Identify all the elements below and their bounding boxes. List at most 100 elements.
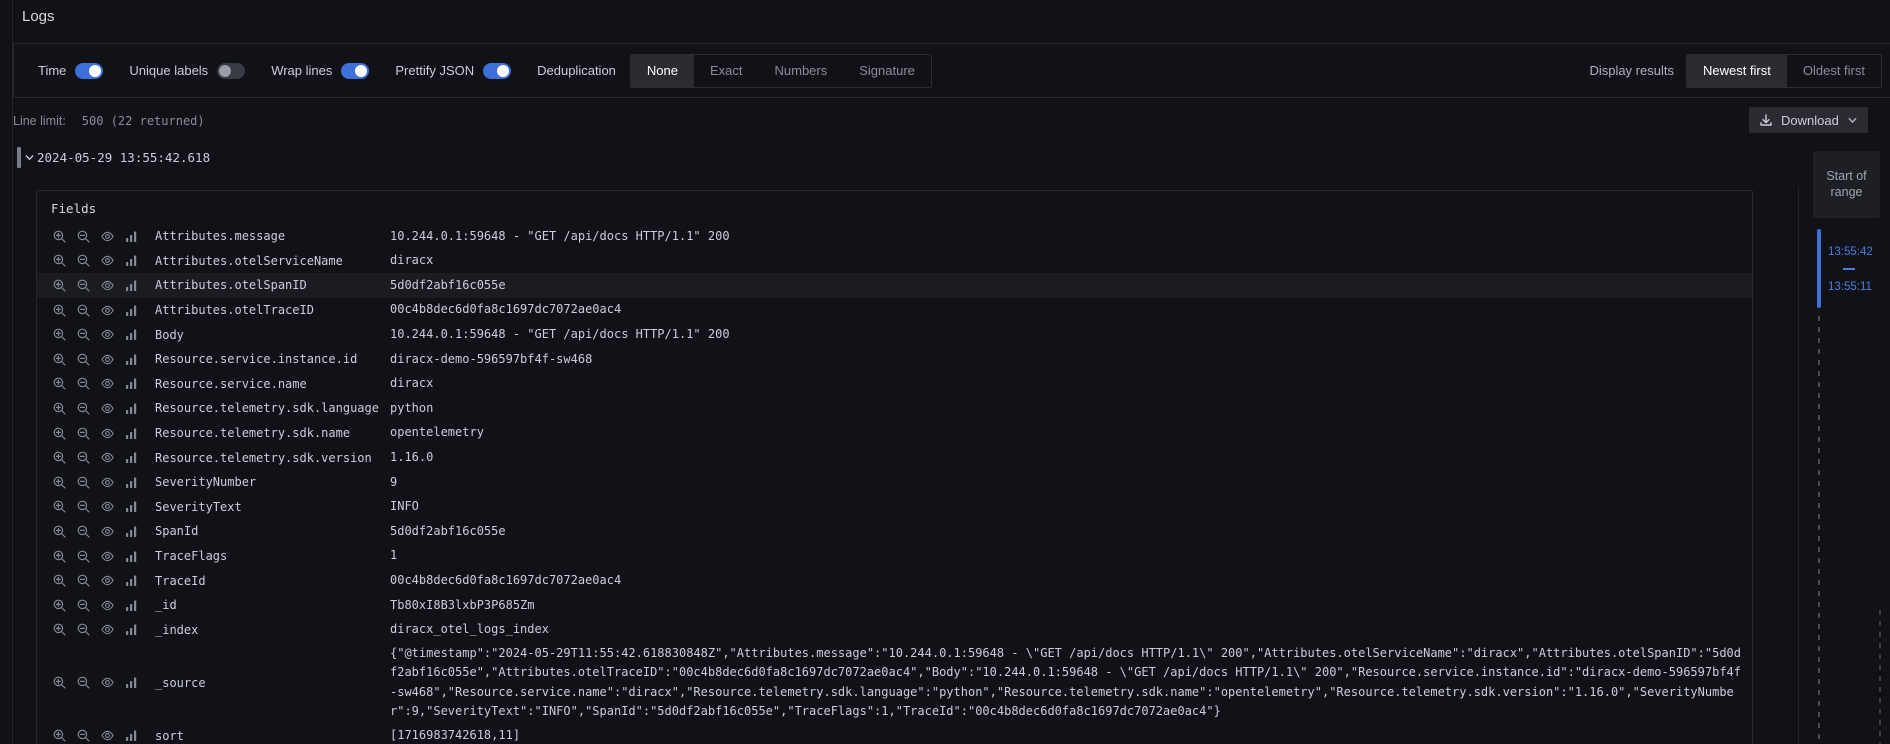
zoom-out-icon[interactable] (77, 279, 90, 292)
stats-icon[interactable] (125, 402, 138, 415)
zoom-in-icon[interactable] (53, 230, 66, 243)
eye-icon[interactable] (101, 402, 114, 415)
stats-icon[interactable] (125, 230, 138, 243)
eye-icon[interactable] (101, 254, 114, 267)
zoom-in-icon[interactable] (53, 279, 66, 292)
stats-icon[interactable] (125, 279, 138, 292)
stats-icon[interactable] (125, 328, 138, 341)
stats-icon[interactable] (125, 574, 138, 587)
eye-icon[interactable] (101, 729, 114, 742)
zoom-out-icon[interactable] (77, 676, 90, 689)
zoom-in-icon[interactable] (53, 525, 66, 538)
eye-icon[interactable] (101, 574, 114, 587)
dedup-option-none[interactable]: None (631, 55, 694, 87)
log-navigation-track[interactable] (1818, 316, 1820, 744)
eye-icon[interactable] (101, 676, 114, 689)
zoom-in-icon[interactable] (53, 729, 66, 742)
toggle-switch-unique-labels[interactable] (217, 63, 245, 79)
zoom-in-icon[interactable] (53, 427, 66, 440)
eye-icon[interactable] (101, 328, 114, 341)
zoom-in-icon[interactable] (53, 304, 66, 317)
zoom-out-icon[interactable] (77, 230, 90, 243)
stats-icon[interactable] (125, 476, 138, 489)
field-row-traceflags: TraceFlags1 (37, 544, 1752, 569)
zoom-out-icon[interactable] (77, 451, 90, 464)
zoom-in-icon[interactable] (53, 599, 66, 612)
zoom-in-icon[interactable] (53, 451, 66, 464)
dedup-option-signature[interactable]: Signature (843, 55, 931, 87)
zoom-out-icon[interactable] (77, 328, 90, 341)
zoom-in-icon[interactable] (53, 500, 66, 513)
zoom-in-icon[interactable] (53, 476, 66, 489)
zoom-out-icon[interactable] (77, 476, 90, 489)
download-button[interactable]: Download (1749, 107, 1868, 133)
download-icon (1759, 113, 1773, 127)
eye-icon[interactable] (101, 427, 114, 440)
stats-icon[interactable] (125, 304, 138, 317)
field-row-traceid: TraceId00c4b8dec6d0fa8c1697dc7072ae0ac4 (37, 568, 1752, 593)
dedup-option-numbers[interactable]: Numbers (759, 55, 844, 87)
field-row-actions (53, 476, 155, 489)
zoom-out-icon[interactable] (77, 623, 90, 636)
zoom-in-icon[interactable] (53, 254, 66, 267)
toggle-group-unique-labels: Unique labels (129, 63, 245, 79)
toggle-group-prettify-json: Prettify JSON (395, 63, 511, 79)
zoom-in-icon[interactable] (53, 574, 66, 587)
zoom-in-icon[interactable] (53, 623, 66, 636)
zoom-out-icon[interactable] (77, 525, 90, 538)
zoom-out-icon[interactable] (77, 599, 90, 612)
field-value: INFO (390, 495, 1752, 518)
toggle-switch-prettify-json[interactable] (483, 63, 511, 79)
zoom-out-icon[interactable] (77, 304, 90, 317)
eye-icon[interactable] (101, 525, 114, 538)
eye-icon[interactable] (101, 353, 114, 366)
toggle-switch-wrap-lines[interactable] (341, 63, 369, 79)
eye-icon[interactable] (101, 476, 114, 489)
eye-icon[interactable] (101, 451, 114, 464)
eye-icon[interactable] (101, 550, 114, 563)
stats-icon[interactable] (125, 353, 138, 366)
order-option-newest-first[interactable]: Newest first (1687, 55, 1787, 87)
eye-icon[interactable] (101, 623, 114, 636)
zoom-out-icon[interactable] (77, 729, 90, 742)
stats-icon[interactable] (125, 377, 138, 390)
zoom-in-icon[interactable] (53, 402, 66, 415)
zoom-out-icon[interactable] (77, 377, 90, 390)
order-option-oldest-first[interactable]: Oldest first (1787, 55, 1881, 87)
eye-icon[interactable] (101, 500, 114, 513)
zoom-out-icon[interactable] (77, 427, 90, 440)
zoom-out-icon[interactable] (77, 500, 90, 513)
stats-icon[interactable] (125, 500, 138, 513)
dedup-option-exact[interactable]: Exact (694, 55, 759, 87)
zoom-in-icon[interactable] (53, 676, 66, 689)
zoom-out-icon[interactable] (77, 353, 90, 366)
log-navigation-range-bar[interactable] (1817, 229, 1821, 308)
stats-icon[interactable] (125, 599, 138, 612)
eye-icon[interactable] (101, 304, 114, 317)
field-row-actions (53, 304, 155, 317)
eye-icon[interactable] (101, 377, 114, 390)
eye-icon[interactable] (101, 279, 114, 292)
zoom-out-icon[interactable] (77, 402, 90, 415)
zoom-in-icon[interactable] (53, 377, 66, 390)
zoom-in-icon[interactable] (53, 328, 66, 341)
log-row-header[interactable]: 2024-05-29 13:55:42.618 (17, 145, 210, 169)
chevron-down-icon[interactable] (24, 152, 35, 163)
field-row-actions (53, 427, 155, 440)
stats-icon[interactable] (125, 427, 138, 440)
zoom-in-icon[interactable] (53, 550, 66, 563)
stats-icon[interactable] (125, 550, 138, 563)
stats-icon[interactable] (125, 451, 138, 464)
stats-icon[interactable] (125, 525, 138, 538)
zoom-out-icon[interactable] (77, 574, 90, 587)
stats-icon[interactable] (125, 254, 138, 267)
zoom-out-icon[interactable] (77, 550, 90, 563)
toggle-switch-time[interactable] (75, 63, 103, 79)
zoom-out-icon[interactable] (77, 254, 90, 267)
stats-icon[interactable] (125, 676, 138, 689)
eye-icon[interactable] (101, 599, 114, 612)
zoom-in-icon[interactable] (53, 353, 66, 366)
stats-icon[interactable] (125, 729, 138, 742)
eye-icon[interactable] (101, 230, 114, 243)
stats-icon[interactable] (125, 623, 138, 636)
